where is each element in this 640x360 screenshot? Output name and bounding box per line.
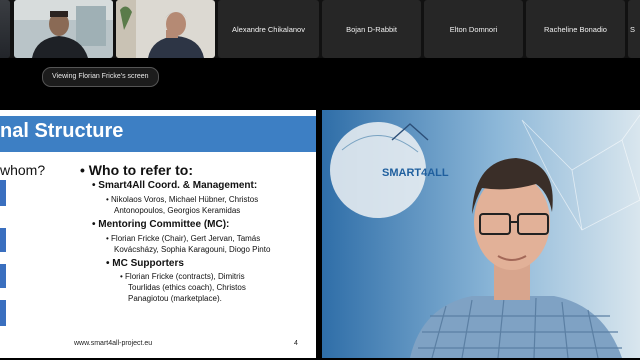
participant-video	[14, 0, 113, 58]
bullet-line: Tourlidas (ethics coach), Christos	[128, 283, 246, 292]
participant-name: Bojan D-Rabbit	[346, 24, 397, 34]
presenter-video-frame: SMART4ALL	[322, 110, 640, 358]
participant-video-tile[interactable]	[116, 0, 215, 58]
slide-title: nal Structure	[0, 120, 124, 142]
participant-name: Elton Domnori	[449, 24, 498, 34]
participant-name-tile[interactable]: S	[628, 0, 640, 58]
participant-name-tile[interactable]: Elton Domnori	[424, 0, 523, 58]
participant-video-tile[interactable]	[0, 0, 10, 58]
screen-share-indicator[interactable]: Viewing Florian Fricke's screen	[42, 67, 159, 87]
participant-video	[116, 0, 215, 58]
participant-name-tile[interactable]: Alexandre Chikalanov	[218, 0, 319, 58]
participant-strip: Alexandre Chikalanov Bojan D-Rabbit Elto…	[0, 0, 640, 58]
diagram-block	[0, 264, 6, 288]
bullet-line: • Florian Fricke (contracts), Dimitris	[120, 272, 245, 281]
diagram-block	[0, 180, 6, 206]
bullet-line: • Florian Fricke (Chair), Gert Jervan, T…	[106, 234, 261, 243]
participant-name-tile[interactable]: Racheline Bonadio	[526, 0, 625, 58]
section-heading: • Smart4All Coord. & Management:	[92, 180, 258, 191]
bullet-line: Antonopoulos, Georgios Keramidas	[114, 206, 241, 215]
bullet-line: Panagiotou (marketplace).	[128, 294, 222, 303]
diagram-block	[0, 228, 6, 252]
slide-footer-url: www.smart4all-project.eu	[74, 340, 153, 347]
bullet-line: Kovácsházy, Sophia Karagouni, Diogo Pint…	[114, 245, 271, 254]
section-heading: • Mentoring Committee (MC):	[92, 219, 230, 230]
shared-slide: nal Structure whom? • Who to refer to: •…	[0, 110, 316, 358]
slide-title-banner: nal Structure	[0, 116, 316, 152]
participant-video-tile[interactable]	[14, 0, 113, 58]
slide-left-heading: whom?	[0, 162, 46, 178]
presenter-video[interactable]: SMART4ALL	[322, 110, 640, 358]
participant-name-tile[interactable]: Bojan D-Rabbit	[322, 0, 421, 58]
slide-right-heading: • Who to refer to:	[80, 162, 194, 178]
slide-page-number: 4	[294, 340, 298, 347]
section-heading: • MC Supporters	[106, 258, 184, 269]
bullet-line: • Nikolaos Voros, Michael Hübner, Christ…	[106, 195, 259, 204]
diagram-block	[0, 300, 6, 326]
participant-name: S	[630, 24, 636, 34]
camera-logo-text: SMART4ALL	[382, 167, 449, 179]
participant-name: Alexandre Chikalanov	[232, 24, 305, 34]
participant-name: Racheline Bonadio	[544, 24, 607, 34]
